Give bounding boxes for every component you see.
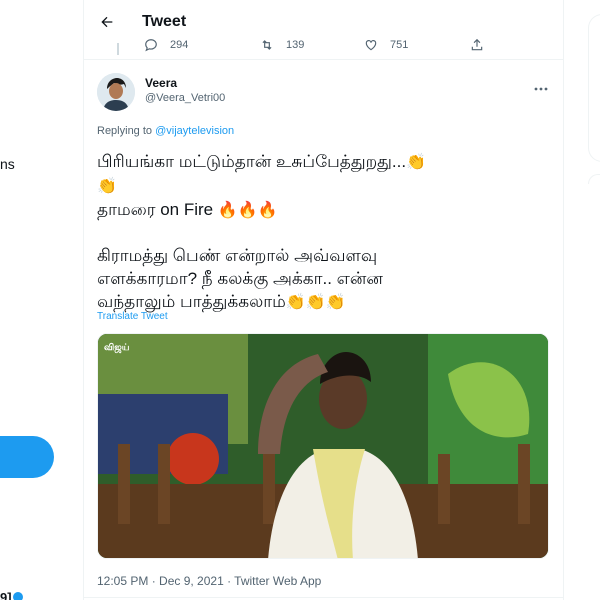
page-header: Tweet [84, 0, 563, 43]
reply-icon [145, 39, 157, 52]
share-action[interactable] [470, 38, 496, 52]
heart-icon [365, 40, 377, 51]
clap-emoji: 👏 [97, 178, 117, 195]
trends-panel [588, 14, 600, 162]
replying-to: Replying to @vijaytelevision [97, 125, 234, 137]
tweet-line: எளக்காரமா? நீ கலக்கு அக்கா.. என்ன [97, 269, 383, 288]
tweet-timestamp[interactable]: 12:05 PM · Dec 9, 2021 · Twitter Web App [97, 574, 321, 588]
more-options-icon[interactable] [534, 79, 548, 91]
who-to-follow-panel [588, 174, 600, 184]
sidebar-account-fragment[interactable]: 9] [0, 590, 12, 600]
like-action[interactable]: 751 [364, 38, 408, 52]
fire-emoji: 🔥🔥🔥 [217, 202, 278, 219]
author-handle[interactable]: @Veera_Vetri00 [145, 92, 225, 104]
thread-connector-line [117, 43, 119, 55]
tweet-detail-column: Tweet 294 139 751 Veera @Veera_Vetri00 R… [84, 0, 563, 600]
author-name[interactable]: Veera [145, 76, 177, 90]
compose-tweet-button[interactable] [0, 436, 54, 478]
translate-tweet-link[interactable]: Translate Tweet [97, 311, 168, 322]
tweet-line: 👏 [97, 174, 537, 198]
sidebar-nav-fragment[interactable]: ns [0, 156, 15, 172]
channel-logo: விஜய் [104, 342, 130, 352]
arrow-left-icon[interactable] [98, 13, 116, 31]
avatar[interactable] [97, 73, 135, 111]
tweet-media-image[interactable]: விஜய் [97, 333, 549, 559]
reply-action[interactable]: 294 [144, 38, 188, 52]
replying-prefix: Replying to [97, 125, 153, 137]
tweet-line: பிரியங்கா மட்டும்தான் உசுப்பேத்துறது...👏 [97, 150, 537, 174]
share-icon [471, 38, 483, 51]
left-sidebar: ns 9] [0, 0, 84, 600]
tweet-line: கிராமத்து பெண் என்றால் அவ்வளவு [97, 246, 378, 265]
media-picture [98, 334, 548, 558]
retweet-count: 139 [286, 39, 305, 51]
tweet-line: தாமரை on Fire 🔥🔥🔥 [97, 198, 537, 222]
page-title: Tweet [142, 12, 187, 30]
verified-icon [13, 592, 23, 600]
reply-count: 294 [170, 39, 189, 51]
divider [84, 597, 563, 598]
previous-tweet-actions: 294 139 751 [144, 38, 504, 54]
like-count: 751 [390, 39, 409, 51]
retweet-action[interactable]: 139 [260, 38, 304, 52]
right-sidebar [563, 0, 600, 600]
tweet-text: பிரியங்கா மட்டும்தான் உசுப்பேத்துறது...👏… [97, 150, 537, 314]
retweet-icon [262, 40, 272, 50]
clap-emoji: 👏👏👏 [285, 294, 346, 311]
divider [84, 59, 563, 60]
clap-emoji: 👏 [406, 154, 427, 171]
replying-to-link[interactable]: @vijaytelevision [155, 125, 234, 137]
